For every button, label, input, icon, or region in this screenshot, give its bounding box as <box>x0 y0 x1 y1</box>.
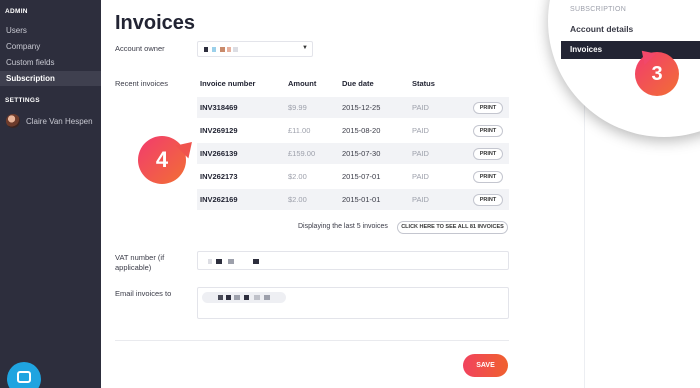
sidebar-item-custom-fields[interactable]: Custom fields <box>0 55 101 70</box>
redacted-owner <box>212 47 216 52</box>
invoice-due-date: 2015-08-20 <box>342 126 381 135</box>
invoice-due-date: 2015-01-01 <box>342 195 381 204</box>
chat-icon <box>17 371 31 383</box>
email-invoices-field[interactable] <box>197 287 509 319</box>
account-owner-select[interactable]: ▼ <box>197 41 313 57</box>
sidebar-item-subscription[interactable]: Subscription <box>0 71 101 86</box>
print-button[interactable]: PRINT <box>473 148 503 160</box>
column-header-status: Status <box>412 79 435 88</box>
account-owner-label: Account owner <box>115 44 165 53</box>
invoice-due-date: 2015-07-01 <box>342 172 381 181</box>
column-header-invoice-number: Invoice number <box>200 79 256 88</box>
step-badge-4: 4 <box>138 136 186 184</box>
redacted-email <box>234 295 240 300</box>
recent-invoices-label: Recent invoices <box>115 79 168 88</box>
redacted-vat <box>216 259 222 264</box>
redacted-vat <box>208 259 212 264</box>
invoice-amount: £11.00 <box>288 126 311 135</box>
redacted-email <box>218 295 223 300</box>
print-button[interactable]: PRINT <box>473 171 503 183</box>
invoice-due-date: 2015-07-30 <box>342 149 381 158</box>
see-all-invoices-button[interactable]: CLICK HERE TO SEE ALL 81 INVOICES <box>397 221 508 234</box>
email-invoices-label: Email invoices to <box>115 289 172 298</box>
invoice-due-date: 2015-12-25 <box>342 103 381 112</box>
table-row: INV318469 $9.99 2015-12-25 PAID PRINT <box>197 96 509 118</box>
table-row: INV262169 $2.00 2015-01-01 PAID PRINT <box>197 188 509 210</box>
magnified-item-invoices[interactable]: Invoices <box>561 41 700 59</box>
table-row: INV266139 £159.00 2015-07-30 PAID PRINT <box>197 142 509 164</box>
print-button[interactable]: PRINT <box>473 194 503 206</box>
sidebar-section-settings: SETTINGS <box>5 97 40 104</box>
invoice-status: PAID <box>412 103 429 112</box>
invoice-amount: $2.00 <box>288 195 307 204</box>
save-button[interactable]: SAVE <box>463 354 508 377</box>
print-button[interactable]: PRINT <box>473 125 503 137</box>
redacted-owner <box>233 47 238 52</box>
vat-number-field[interactable] <box>197 251 509 270</box>
redacted-email <box>264 295 270 300</box>
app-window: ADMIN Users Company Custom fields Subscr… <box>0 0 700 388</box>
invoice-status: PAID <box>412 126 429 135</box>
sidebar-item-users[interactable]: Users <box>0 23 101 38</box>
invoice-status: PAID <box>412 195 429 204</box>
column-header-amount: Amount <box>288 79 317 88</box>
user-name: Claire Van Hespen <box>26 116 93 126</box>
invoice-number: INV269129 <box>200 126 238 135</box>
invoices-count-note: Displaying the last 5 invoices <box>298 223 388 230</box>
column-header-due-date: Due date <box>342 79 374 88</box>
redacted-vat <box>253 259 259 264</box>
redacted-owner <box>227 47 231 52</box>
sidebar: ADMIN Users Company Custom fields Subscr… <box>0 0 101 388</box>
sidebar-section-admin: ADMIN <box>5 8 28 15</box>
redacted-owner <box>204 47 208 52</box>
main-content: Invoices Account owner ▼ Recent invoices… <box>101 0 584 388</box>
invoice-status: PAID <box>412 172 429 181</box>
invoice-number: INV266139 <box>200 149 238 158</box>
invoice-number: INV262173 <box>200 172 238 181</box>
table-row: INV262173 $2.00 2015-07-01 PAID PRINT <box>197 165 509 187</box>
invoice-number: INV318469 <box>200 103 238 112</box>
invoice-status: PAID <box>412 149 429 158</box>
redacted-email <box>226 295 231 300</box>
vat-number-label: VAT number (if applicable) <box>115 253 165 272</box>
redacted-email <box>244 295 249 300</box>
sidebar-user[interactable]: Claire Van Hespen <box>0 113 101 129</box>
table-row: INV269129 £11.00 2015-08-20 PAID PRINT <box>197 119 509 141</box>
chevron-down-icon: ▼ <box>302 45 308 51</box>
invoice-amount: $2.00 <box>288 172 307 181</box>
magnified-section-label: SUBSCRIPTION <box>570 6 627 13</box>
invoice-number: INV262169 <box>200 195 238 204</box>
avatar <box>6 114 20 128</box>
redacted-owner <box>220 47 225 52</box>
page-title: Invoices <box>115 12 196 34</box>
invoice-amount: $9.99 <box>288 103 307 112</box>
print-button[interactable]: PRINT <box>473 102 503 114</box>
invoice-amount: £159.00 <box>288 149 316 158</box>
chat-launcher-button[interactable] <box>7 362 41 388</box>
divider <box>115 340 509 341</box>
redacted-vat <box>228 259 234 264</box>
redacted-email <box>254 295 260 300</box>
magnified-item-account-details[interactable]: Account details <box>570 24 633 34</box>
step-badge-3: 3 <box>635 52 679 96</box>
sidebar-item-company[interactable]: Company <box>0 39 101 54</box>
